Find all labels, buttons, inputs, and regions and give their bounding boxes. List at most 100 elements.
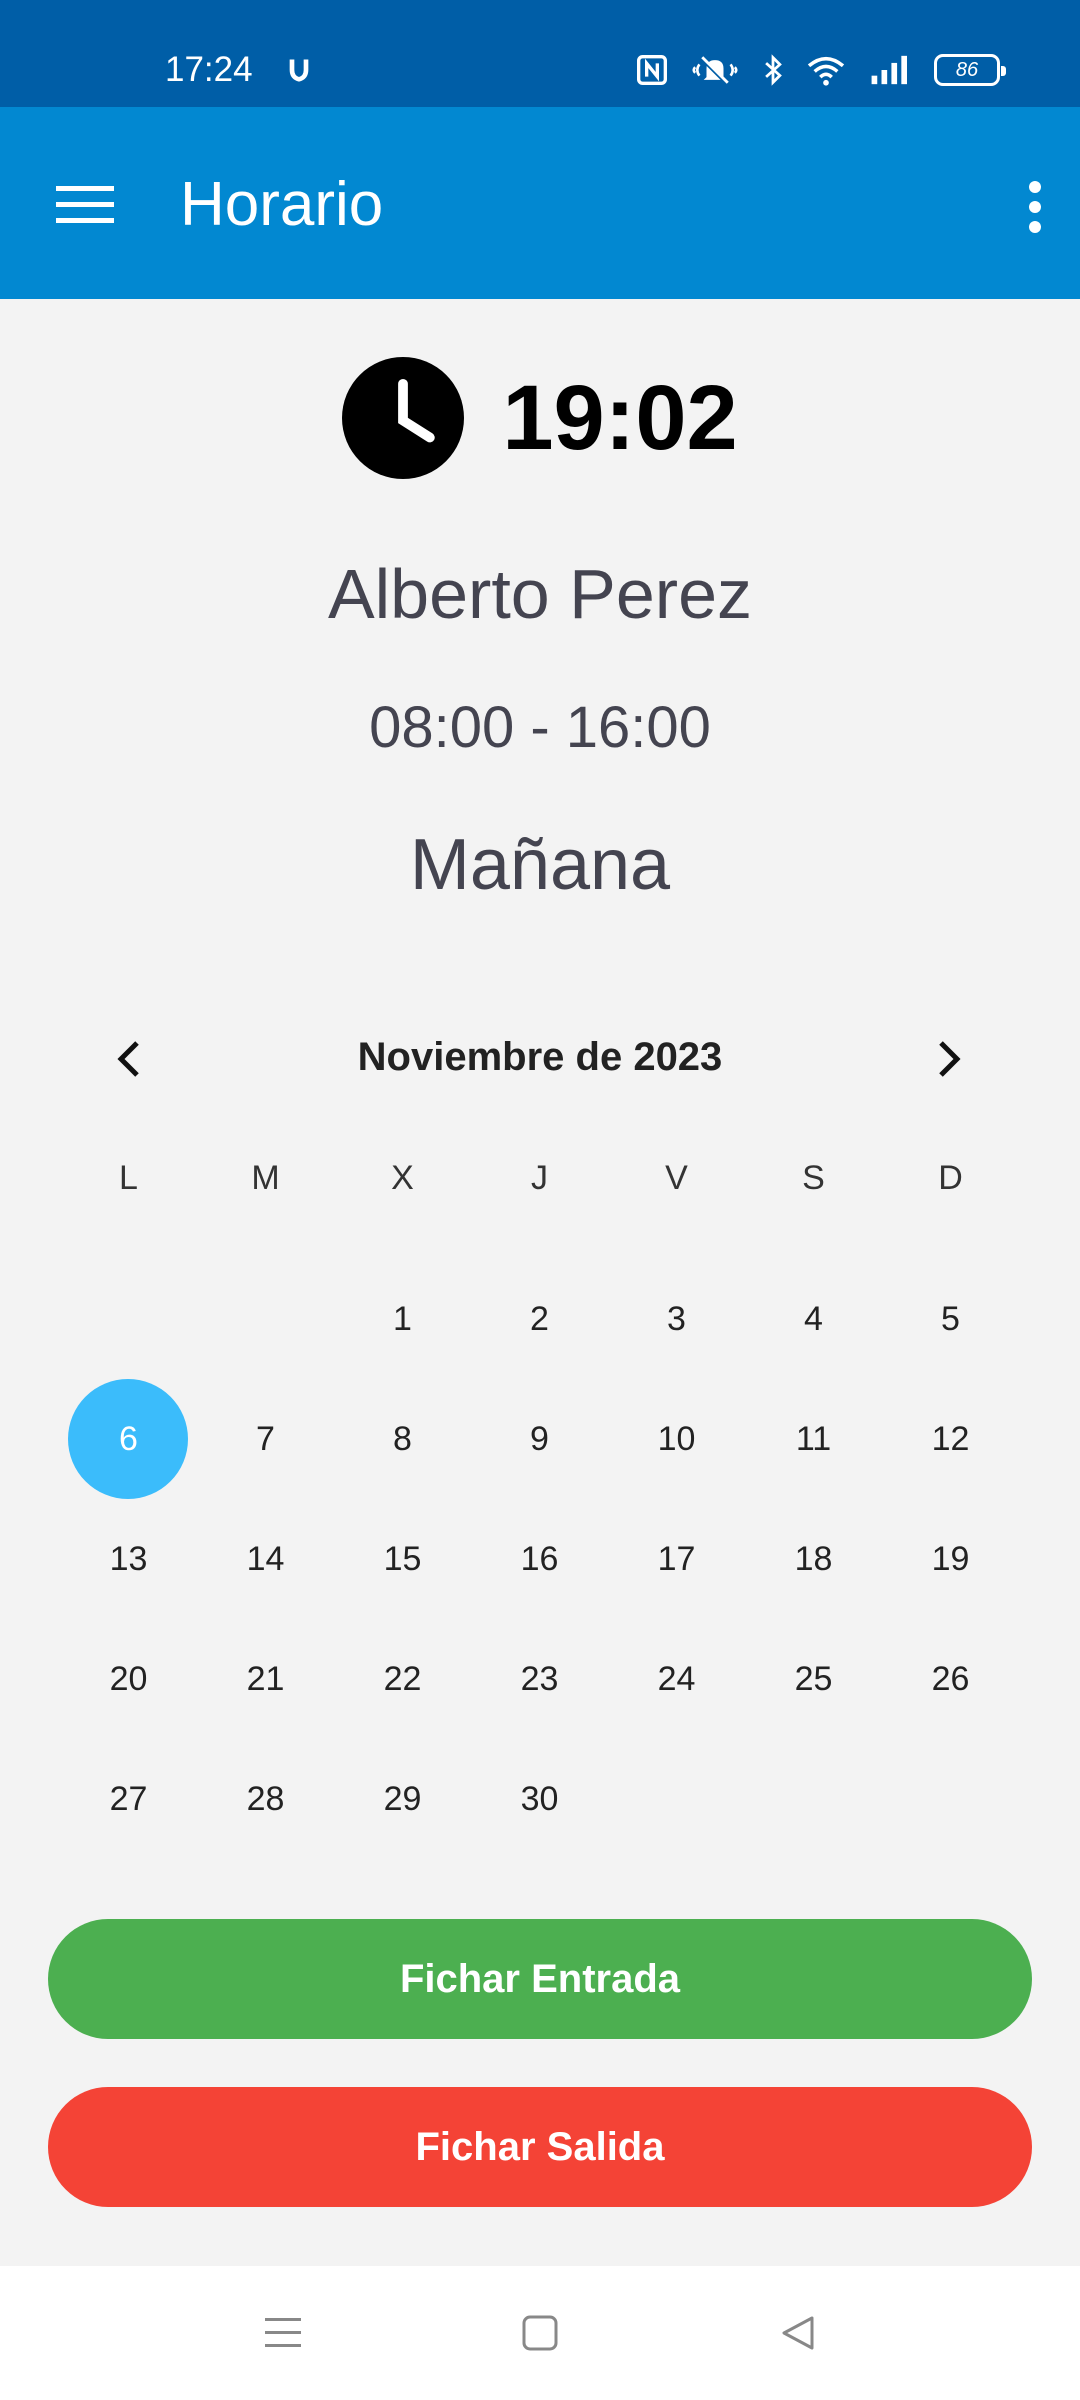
- calendar-day[interactable]: 18: [745, 1499, 882, 1619]
- calendar-day-number: 17: [657, 1540, 696, 1578]
- signal-icon: [871, 55, 907, 85]
- calendar-day[interactable]: 8: [334, 1379, 471, 1499]
- calendar-empty-cell: [60, 1259, 197, 1379]
- calendar-empty-cell: [197, 1259, 334, 1379]
- calendar-day[interactable]: 6: [60, 1379, 197, 1499]
- calendar-day-number: 14: [246, 1540, 285, 1578]
- calendar-day[interactable]: 1: [334, 1259, 471, 1379]
- bluetooth-icon: [765, 54, 782, 86]
- calendar-day-number: 22: [383, 1660, 422, 1698]
- back-icon: [782, 2316, 814, 2350]
- weekday-label: J: [531, 1159, 548, 1197]
- calendar-day[interactable]: 25: [745, 1619, 882, 1739]
- calendar-day[interactable]: 26: [882, 1619, 1019, 1739]
- home-icon: [522, 2315, 558, 2351]
- calendar-day[interactable]: 5: [882, 1259, 1019, 1379]
- calendar-day[interactable]: 22: [334, 1619, 471, 1739]
- calendar-day[interactable]: 4: [745, 1259, 882, 1379]
- calendar-day-number: 9: [530, 1420, 549, 1458]
- calendar-day[interactable]: 23: [471, 1619, 608, 1739]
- shift-hours: 08:00 - 16:00: [369, 695, 711, 760]
- calendar-day-number: 3: [667, 1300, 686, 1338]
- calendar-day-number: 18: [794, 1540, 833, 1578]
- recents-icon: [265, 2318, 301, 2347]
- calendar-day-number: 12: [931, 1420, 970, 1458]
- clock-row: 19:02: [0, 357, 1080, 479]
- battery-level: 86: [955, 58, 979, 81]
- calendar-day[interactable]: 29: [334, 1739, 471, 1859]
- calendar-day[interactable]: 28: [197, 1739, 334, 1859]
- page-title: Horario: [180, 170, 384, 239]
- status-icons: 86: [636, 50, 1006, 90]
- calendar-day-number: 5: [941, 1300, 960, 1338]
- calendar-day[interactable]: 27: [60, 1739, 197, 1859]
- calendar-week-row: 1 2 3 4 5: [60, 1259, 1020, 1379]
- calendar-empty-cell: [608, 1739, 745, 1859]
- calendar-day[interactable]: 3: [608, 1259, 745, 1379]
- calendar-day[interactable]: 11: [745, 1379, 882, 1499]
- weekday-label: S: [802, 1159, 825, 1197]
- calendar-week-row: 20 21 22 23 24 25 26: [60, 1619, 1020, 1739]
- calendar-day[interactable]: 2: [471, 1259, 608, 1379]
- weekday-label: M: [251, 1159, 280, 1197]
- calendar-day-number: 2: [530, 1300, 549, 1338]
- calendar-day[interactable]: 13: [60, 1499, 197, 1619]
- calendar-day-number: 6: [119, 1420, 138, 1458]
- calendar-day-number: 19: [931, 1540, 970, 1578]
- weekday-label: V: [665, 1159, 688, 1197]
- main-content: 19:02 Alberto Perez 08:00 - 16:00 Mañana…: [0, 299, 1080, 2266]
- chevron-right-icon: [939, 1041, 961, 1077]
- calendar-day[interactable]: 20: [60, 1619, 197, 1739]
- calendar-day[interactable]: 21: [197, 1619, 334, 1739]
- system-nav-bar: [0, 2266, 1080, 2400]
- calendar-day-number: 24: [657, 1660, 696, 1698]
- status-time: 17:24: [165, 50, 253, 89]
- calendar-day[interactable]: 19: [882, 1499, 1019, 1619]
- nfc-icon: [637, 55, 667, 85]
- calendar-day-number: 23: [520, 1660, 559, 1698]
- calendar-empty-cell: [882, 1739, 1019, 1859]
- calendar-day[interactable]: 30: [471, 1739, 608, 1859]
- clock-icon: [342, 357, 465, 479]
- calendar-day[interactable]: 17: [608, 1499, 745, 1619]
- calendar-week-row: 13 14 15 16 17 18 19: [60, 1499, 1020, 1619]
- weekday-label: L: [119, 1159, 138, 1197]
- more-options-button[interactable]: [1000, 162, 1070, 252]
- calendar-day[interactable]: 14: [197, 1499, 334, 1619]
- calendar-day[interactable]: 12: [882, 1379, 1019, 1499]
- calendar-day-number: 28: [246, 1780, 285, 1818]
- calendar-day-number: 10: [657, 1420, 696, 1458]
- calendar-day[interactable]: 7: [197, 1379, 334, 1499]
- wifi-icon: [807, 56, 845, 86]
- calendar-day[interactable]: 10: [608, 1379, 745, 1499]
- recents-button[interactable]: [253, 2308, 313, 2358]
- calendar-day-number: 21: [246, 1660, 285, 1698]
- shield-icon: [289, 59, 309, 82]
- calendar-day[interactable]: 24: [608, 1619, 745, 1739]
- calendar-day[interactable]: 15: [334, 1499, 471, 1619]
- current-time: 19:02: [502, 366, 738, 469]
- calendar-header: Noviembre de 2023: [0, 1019, 1080, 1099]
- status-bar: 17:24 86: [0, 0, 1080, 107]
- calendar-day-number: 25: [794, 1660, 833, 1698]
- calendar-day-number: 8: [393, 1420, 412, 1458]
- calendar-day-number: 16: [520, 1540, 559, 1578]
- calendar-day-number: 1: [393, 1300, 412, 1338]
- app-bar: Horario: [0, 107, 1080, 299]
- next-month-button[interactable]: [910, 1019, 990, 1099]
- calendar-day[interactable]: 9: [471, 1379, 608, 1499]
- calendar-day-number: 26: [931, 1660, 970, 1698]
- back-button[interactable]: [768, 2308, 828, 2358]
- home-button[interactable]: [510, 2308, 570, 2358]
- battery-icon: 86: [934, 54, 1006, 86]
- hamburger-menu-icon: [56, 186, 114, 223]
- menu-button[interactable]: [40, 165, 130, 245]
- check-in-button[interactable]: Fichar Entrada: [48, 1919, 1032, 2039]
- calendar-empty-cell: [745, 1739, 882, 1859]
- calendar-week-row: 27 28 29 30: [60, 1739, 1020, 1859]
- calendar-day-number: 4: [804, 1300, 823, 1338]
- bell-muted-icon: [692, 56, 738, 86]
- calendar-day[interactable]: 16: [471, 1499, 608, 1619]
- calendar-day-number: 29: [383, 1780, 422, 1818]
- check-out-button[interactable]: Fichar Salida: [48, 2087, 1032, 2207]
